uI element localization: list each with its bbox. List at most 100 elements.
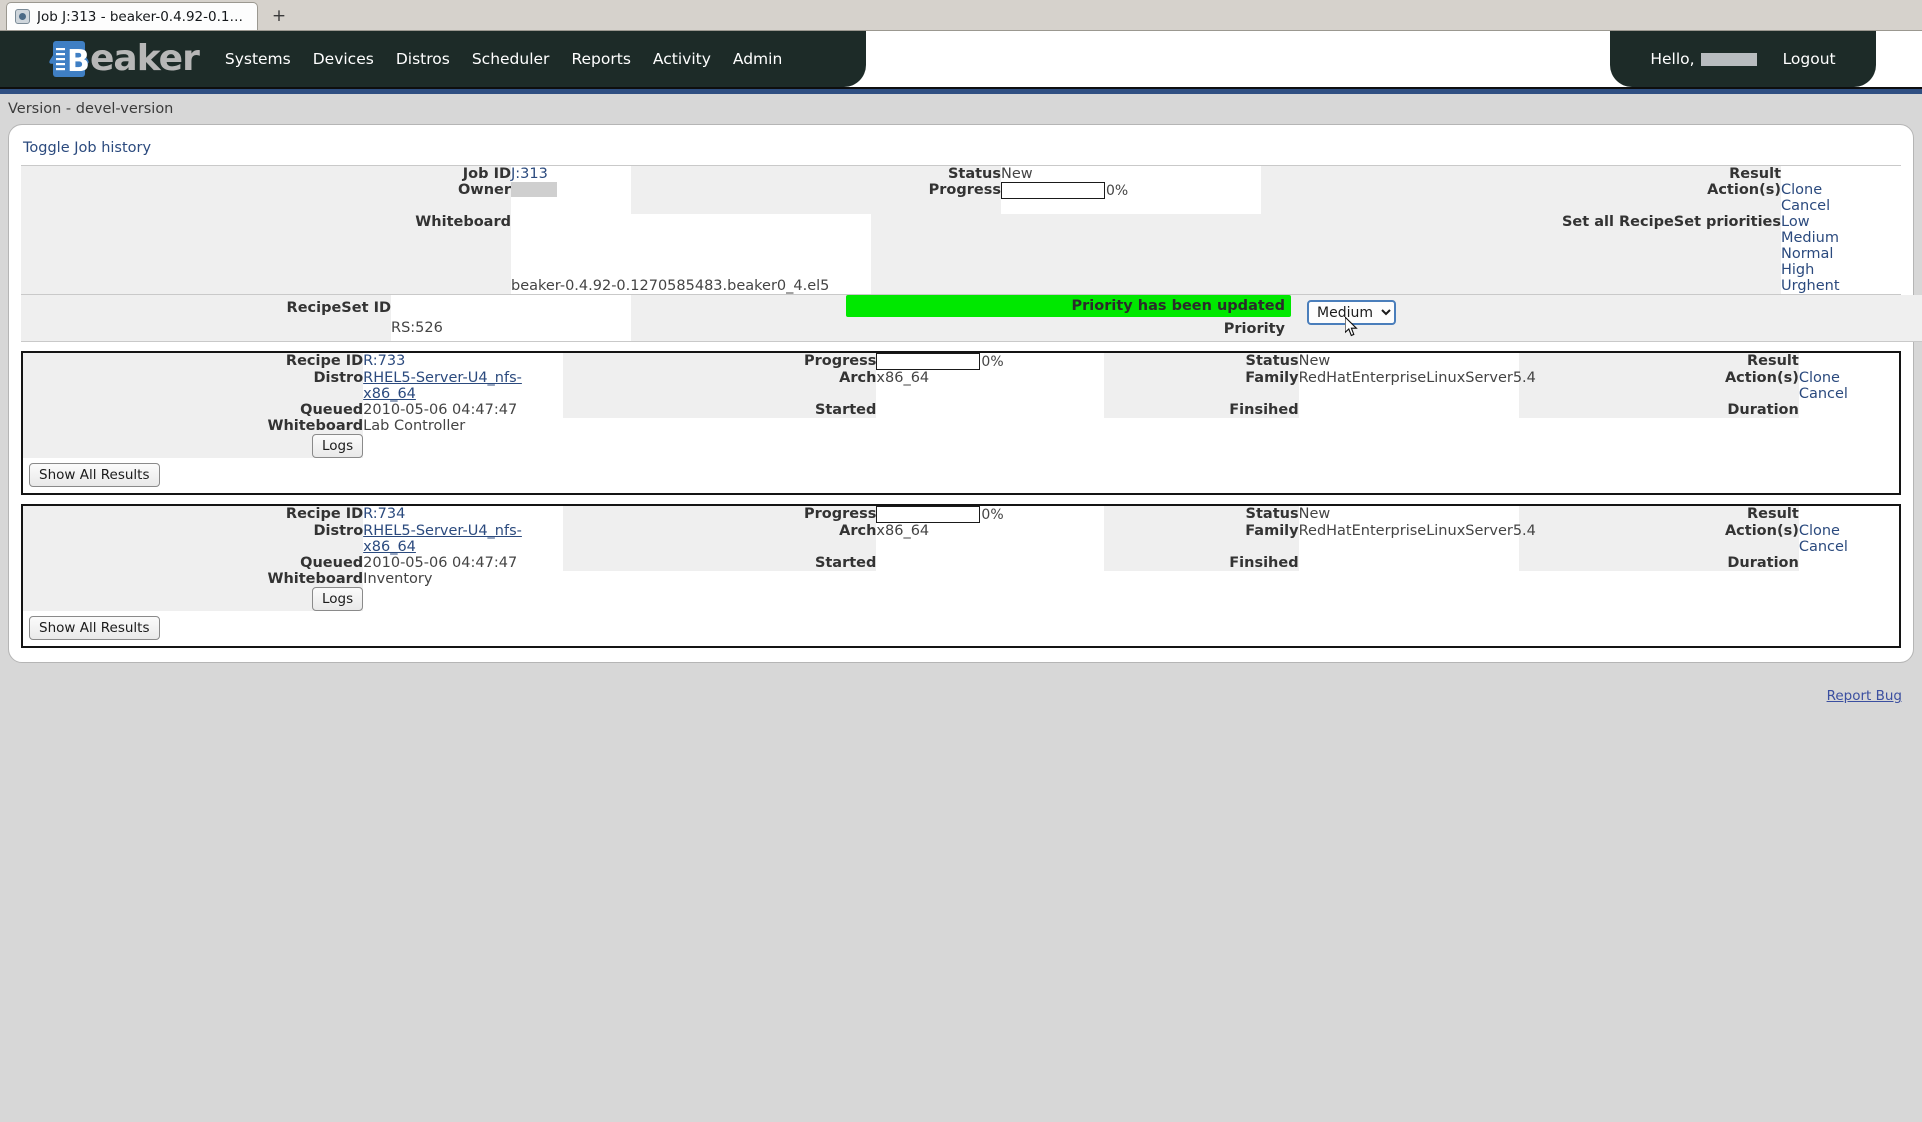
recipe-whiteboard-value: Lab Controller — [363, 418, 564, 434]
job-id-value: J:313 — [511, 165, 631, 182]
recipe-distro-link[interactable]: RHEL5-Server-U4_nfs-x86_64 — [363, 370, 522, 402]
recipe-distro-label: Distro — [23, 523, 364, 555]
recipe-id-label: Recipe ID — [23, 506, 364, 523]
greeting: Hello, — [1650, 50, 1757, 68]
spacer — [563, 523, 762, 555]
job-cancel-link[interactable]: Cancel — [1781, 198, 1830, 214]
toggle-job-history-link[interactable]: Toggle Job history — [23, 140, 151, 156]
accent-rule — [0, 87, 1922, 94]
recipe-id-link[interactable]: R:733 — [363, 353, 405, 369]
job-owner-label: Owner — [21, 182, 511, 214]
nav-item-devices[interactable]: Devices — [313, 50, 374, 68]
recipe-distro-link[interactable]: RHEL5-Server-U4_nfs-x86_64 — [363, 523, 522, 555]
job-result-label: Result — [1511, 165, 1781, 182]
recipe-logs-cell: Logs — [23, 587, 364, 611]
table-row: Whiteboard Lab Controller — [23, 418, 1899, 434]
logo-and-nav: B eaker Systems Devices Distros Schedule… — [48, 31, 782, 87]
recipeset-priority-select[interactable]: LowMediumNormalHighUrghent — [1307, 300, 1396, 325]
job-status-value: New — [1001, 165, 1261, 182]
logs-button[interactable]: Logs — [312, 434, 364, 458]
spacer — [563, 418, 762, 434]
job-progress-value: 0% — [1001, 182, 1261, 214]
spacer — [563, 506, 762, 523]
recipe-actions-value: Clone Cancel — [1798, 370, 1899, 402]
spacer — [761, 571, 1104, 587]
spacer — [631, 295, 846, 342]
nav-item-distros[interactable]: Distros — [396, 50, 450, 68]
logs-button[interactable]: Logs — [312, 587, 364, 611]
spacer — [1103, 418, 1899, 434]
recipe-distro-label: Distro — [23, 370, 364, 402]
show-all-results-button[interactable]: Show All Results — [29, 463, 160, 487]
priority-link-high[interactable]: High — [1781, 262, 1814, 278]
recipeset-table: RecipeSet ID RS:526 Priority has been up… — [21, 295, 1922, 342]
report-bug-link[interactable]: Report Bug — [1827, 688, 1902, 704]
browser-tab[interactable]: Job J:313 - beaker-0.4.92-0.127… — [6, 2, 258, 30]
job-status-label: Status — [871, 165, 1001, 182]
recipe-table: Recipe ID R:733 Progress 0% Status New R… — [23, 353, 1899, 458]
table-row: Recipe ID R:734 Progress 0% Status New R… — [23, 506, 1899, 523]
recipe-family-value: RedHatEnterpriseLinuxServer5.4 — [1298, 523, 1536, 555]
spacer — [1103, 571, 1899, 587]
progress-track — [876, 353, 981, 370]
spacer — [1261, 165, 1511, 182]
recipe-id-link[interactable]: R:734 — [363, 506, 405, 522]
job-clone-link[interactable]: Clone — [1781, 182, 1822, 198]
new-tab-icon[interactable]: + — [266, 4, 292, 28]
recipe-finished-value — [1298, 555, 1519, 571]
spacer — [563, 370, 762, 402]
priority-link-low[interactable]: Low — [1781, 214, 1810, 230]
nav-item-systems[interactable]: Systems — [225, 50, 291, 68]
recipe-clone-link[interactable]: Clone — [1799, 370, 1840, 386]
tab-strip: Job J:313 - beaker-0.4.92-0.127… — [6, 2, 258, 30]
spacer — [563, 571, 762, 587]
job-id-link[interactable]: J:313 — [511, 166, 548, 182]
job-owner-value — [511, 182, 631, 214]
recipe-cancel-link[interactable]: Cancel — [1799, 539, 1848, 555]
job-whiteboard-label: Whiteboard — [21, 214, 511, 295]
recipe-progress-bar: 0% — [876, 506, 1103, 523]
browser-chrome: Job J:313 - beaker-0.4.92-0.127… + — [0, 0, 1922, 31]
recipe-progress-bar: 0% — [876, 353, 1103, 370]
recipeset-notify-cell: Priority has been updated Priority — [846, 295, 1291, 342]
nav-item-admin[interactable]: Admin — [733, 50, 782, 68]
job-result-value — [1781, 165, 1901, 182]
spacer — [563, 353, 762, 370]
recipe-show-all-row: Show All Results — [23, 611, 1899, 646]
recipe-logs-cell: Logs — [23, 434, 364, 458]
recipe-clone-link[interactable]: Clone — [1799, 523, 1840, 539]
beaker-logo[interactable]: B eaker — [48, 39, 200, 79]
set-priorities-list: Low Medium Normal High Urghent — [1781, 214, 1901, 295]
progress-percent: 0% — [981, 506, 1004, 523]
logout-link[interactable]: Logout — [1783, 50, 1836, 68]
job-id-label: Job ID — [21, 165, 511, 182]
recipe-progress-value: 0% — [876, 353, 1104, 370]
priority-link-urghent[interactable]: Urghent — [1781, 278, 1840, 294]
recipe-family-value: RedHatEnterpriseLinuxServer5.4 — [1298, 370, 1536, 402]
show-all-results-button[interactable]: Show All Results — [29, 616, 160, 640]
version-band: Version - devel-version — [0, 94, 1922, 124]
nav-item-scheduler[interactable]: Scheduler — [472, 50, 550, 68]
priority-link-normal[interactable]: Normal — [1781, 246, 1833, 262]
recipe-result-label: Result — [1518, 353, 1799, 370]
priority-link-medium[interactable]: Medium — [1781, 230, 1839, 246]
recipe-cancel-link[interactable]: Cancel — [1799, 386, 1848, 402]
job-whiteboard-value: beaker-0.4.92-0.1270585483.beaker0_4.el5 — [511, 214, 871, 295]
recipe-actions-label: Action(s) — [1518, 523, 1799, 555]
spacer — [1291, 295, 1303, 342]
recipeset-priority-label: Priority — [846, 317, 1291, 341]
recipe-started-value — [876, 402, 1104, 418]
recipe-queued-label: Queued — [23, 402, 364, 418]
favicon-icon — [15, 9, 30, 24]
content-panel: Toggle Job history Job ID J:313 Status N… — [8, 124, 1922, 663]
recipe-started-value — [876, 555, 1104, 571]
set-priorities-label: Set all RecipeSet priorities — [1511, 214, 1781, 295]
nav-item-reports[interactable]: Reports — [571, 50, 630, 68]
recipe-progress-label: Progress — [761, 353, 877, 370]
recipe-duration-value — [1798, 555, 1899, 571]
table-row: Job ID J:313 Status New Result — [21, 165, 1901, 182]
recipe-arch-label: Arch — [761, 370, 877, 402]
browser-tab-title: Job J:313 - beaker-0.4.92-0.127… — [37, 8, 248, 25]
spacer — [563, 555, 762, 571]
nav-item-activity[interactable]: Activity — [653, 50, 711, 68]
